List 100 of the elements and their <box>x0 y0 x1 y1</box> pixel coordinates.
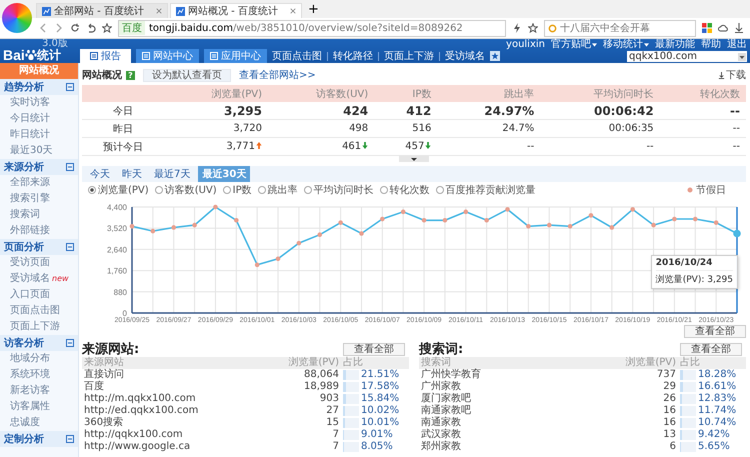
star-icon[interactable] <box>102 23 112 33</box>
table-cell: 9.42% <box>698 429 730 441</box>
nav-tab[interactable]: 应用中心 <box>204 49 267 63</box>
table-cell-text: 广州家教 <box>420 381 462 392</box>
close-icon[interactable] <box>290 8 296 14</box>
period-tab[interactable]: 昨天 <box>118 166 146 182</box>
metric-radio[interactable]: 跳出率 <box>258 182 298 196</box>
header-link[interactable]: youlixin <box>506 39 545 50</box>
metric-radio[interactable]: 平均访问时长 <box>304 182 374 196</box>
header-link[interactable]: 官方贴吧 <box>551 39 597 50</box>
new-tab-button[interactable]: + <box>304 2 323 18</box>
sidebar-item[interactable]: 全部来源 <box>0 175 78 191</box>
view-all-button[interactable]: 查看全部 <box>684 325 746 338</box>
header-link[interactable]: 退出 <box>727 39 747 50</box>
view-all-button[interactable]: 查看全部 <box>680 342 742 356</box>
sidebar-item[interactable]: 地域分布 <box>0 351 78 367</box>
collapse-icon[interactable] <box>66 243 74 251</box>
header-link[interactable]: 最新功能 <box>655 39 695 50</box>
sidebar-item[interactable]: 入口页面 <box>0 287 78 303</box>
collapse-icon[interactable] <box>66 163 74 171</box>
download-icon <box>718 72 725 78</box>
reload-icon[interactable] <box>70 23 80 33</box>
table-cell: -- <box>730 104 740 118</box>
collapse-icon[interactable] <box>66 339 74 347</box>
metric-radio[interactable]: IP数 <box>222 182 252 196</box>
undo-icon[interactable] <box>86 23 96 33</box>
list-icon <box>142 52 150 60</box>
table-cell-text: 88,064 <box>303 369 339 381</box>
set-default-button[interactable]: 设为默认查看页 <box>143 68 231 82</box>
period-tab[interactable]: 最近7天 <box>150 166 194 182</box>
sidebar-item[interactable]: 访客属性 <box>0 399 78 415</box>
sidebar-group[interactable]: 趋势分析 <box>0 79 78 95</box>
apps-icon[interactable] <box>702 23 712 33</box>
address-field[interactable]: 百度 tongji.baidu.com/web/3851010/overview/sole?siteId=8089262 <box>118 20 506 36</box>
header-link[interactable]: 帮助 <box>701 39 721 50</box>
table-cell: 516 <box>412 123 432 134</box>
sidebar-item[interactable]: 忠诚度 <box>0 415 78 431</box>
metric-radio[interactable]: 访客数(UV) <box>154 182 217 196</box>
metric-radio[interactable]: 百度推荐贡献浏览量 <box>436 182 536 196</box>
sidebar-item[interactable]: 受访页面 <box>0 255 78 271</box>
help-icon[interactable]: ? <box>126 70 135 80</box>
sidebar-item[interactable]: 昨日统计 <box>0 127 78 143</box>
table-cell: 461 <box>342 141 362 152</box>
sidebar-item[interactable]: 最近30天 <box>0 143 78 159</box>
tooltip-title: 2016/10/24 <box>656 258 733 271</box>
nav-tab[interactable]: 网站中心 <box>136 49 199 63</box>
sidebar-group[interactable]: 页面分析 <box>0 239 78 255</box>
data-point <box>692 216 698 222</box>
view-all-button[interactable]: 查看全部 <box>343 342 405 356</box>
sidebar-item[interactable]: 新老访客 <box>0 383 78 399</box>
sidebar-item[interactable]: 实时访客 <box>0 95 78 111</box>
star-icon[interactable] <box>528 23 538 33</box>
sidebar-group[interactable]: 访客分析 <box>0 335 78 351</box>
table-cell: 8.05% <box>361 441 393 453</box>
table-cell-text: http://ed.qqkx100.com <box>83 405 200 416</box>
sidebar-item[interactable]: 系统环境 <box>0 367 78 383</box>
period-tab[interactable]: 今天 <box>86 166 114 182</box>
legend-label: 节假日 <box>696 184 726 196</box>
sidebar-group[interactable]: 来源分析 <box>0 159 78 175</box>
collapse-icon[interactable] <box>66 435 74 443</box>
table-cell: 10.74% <box>698 417 736 429</box>
header-link[interactable]: 移动统计 <box>603 39 649 50</box>
table-cell: 24.97% <box>484 104 534 118</box>
section-title: 搜索词: <box>419 340 464 357</box>
sidebar-item[interactable]: 搜索词 <box>0 207 78 223</box>
nav-link[interactable]: 页面上下游 <box>384 49 434 63</box>
table-cell-text: 15 <box>325 417 339 429</box>
nav-link[interactable]: 页面点击图 <box>272 49 322 63</box>
site-select[interactable]: qqkx100.com <box>627 51 747 62</box>
sidebar-item[interactable]: 页面上下游 <box>0 319 78 335</box>
sidebar-item[interactable]: 搜索引擎 <box>0 191 78 207</box>
browser-logo-icon[interactable] <box>2 3 32 33</box>
table-cell: -- <box>732 123 740 134</box>
nav-link[interactable]: 受访域名 <box>445 49 485 63</box>
browser-tab[interactable]: 网站概况 - 百度统计 <box>170 3 302 18</box>
cloud-icon[interactable] <box>718 23 728 33</box>
column-header: 占比 <box>342 357 364 369</box>
column-header: 浏览量(PV) <box>287 357 339 369</box>
star-badge-icon <box>490 51 500 61</box>
sidebar-item[interactable]: 外部链接 <box>0 223 78 239</box>
data-point <box>359 231 364 236</box>
metric-radio[interactable]: 转化次数 <box>380 182 430 196</box>
download-icon[interactable] <box>734 23 744 33</box>
nav-link[interactable]: 转化路径 <box>333 49 373 63</box>
browser-tab[interactable]: 全部网站 - 百度统计 <box>36 3 168 18</box>
sidebar-item[interactable]: 页面点击图 <box>0 303 78 319</box>
close-icon[interactable] <box>156 8 162 14</box>
nav-tab[interactable]: 报告 <box>80 49 131 63</box>
metric-radio[interactable]: 浏览量(PV) <box>88 182 149 196</box>
data-point <box>714 220 718 225</box>
sidebar-item[interactable]: 受访域名 new <box>0 271 78 287</box>
all-sites-link[interactable]: 查看全部网站>> <box>239 68 316 82</box>
collapse-icon[interactable] <box>66 83 74 91</box>
sidebar-group[interactable]: 定制分析 <box>0 431 78 447</box>
expand-icon[interactable] <box>399 156 429 162</box>
table-cell: -- <box>646 141 654 152</box>
sidebar-item[interactable]: 今日统计 <box>0 111 78 127</box>
y-tick-label: 3,520 <box>106 224 127 234</box>
download-link[interactable]: 下载 <box>718 68 746 82</box>
lightning-icon[interactable] <box>512 23 522 33</box>
